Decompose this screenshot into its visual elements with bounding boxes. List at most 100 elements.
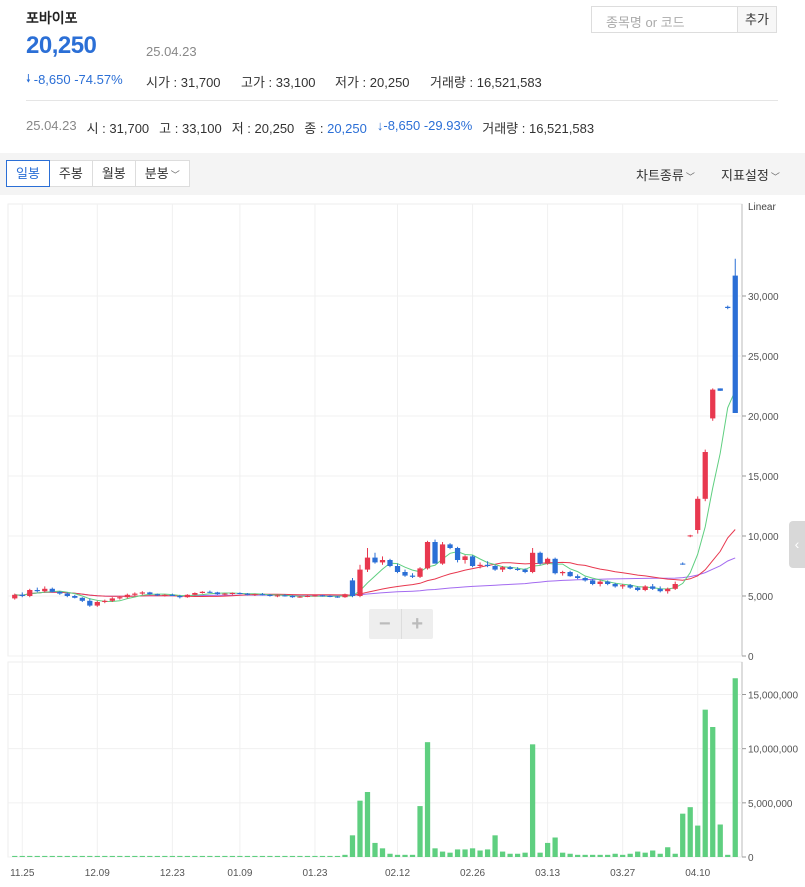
volume-bar	[627, 853, 633, 857]
volume-bar	[582, 854, 588, 857]
stock-search-input[interactable]: 종목명 or 코드	[591, 6, 737, 33]
volume-bar	[507, 853, 513, 857]
volume-bar	[162, 855, 168, 857]
candle-body	[349, 580, 356, 596]
volume-bar	[687, 807, 693, 857]
candle-body	[304, 596, 311, 597]
chart-type-menu[interactable]: 차트종류 ﹀	[636, 165, 695, 184]
candle-body	[72, 596, 78, 598]
zoom-in-button[interactable]: +	[400, 609, 434, 639]
add-button[interactable]: 추가	[737, 6, 777, 33]
volume-bar	[642, 852, 648, 857]
candle-body	[605, 581, 611, 584]
candle-body	[552, 558, 558, 574]
volume-bar	[79, 855, 85, 857]
volume-bar	[725, 854, 731, 857]
candle-body	[87, 600, 93, 606]
chevron-left-icon[interactable]: ‹	[789, 521, 805, 568]
volume-bar	[207, 855, 213, 857]
volume-bar	[544, 842, 551, 857]
volume-bar	[409, 854, 416, 857]
candle-body	[537, 552, 543, 564]
tab-monthly[interactable]: 월봉	[91, 160, 136, 187]
volume-bar	[379, 848, 386, 857]
candle-body	[469, 556, 476, 566]
candle-body	[725, 306, 731, 308]
volume-bar	[364, 792, 371, 857]
volume-bar	[620, 854, 626, 857]
volume-tick-label: 0	[748, 853, 754, 864]
candle-body	[642, 586, 648, 590]
candle-body	[590, 580, 596, 584]
scale-label: Linear	[748, 202, 776, 213]
candle-body	[612, 584, 618, 587]
candle-body	[207, 591, 213, 593]
x-tick-label: 11.25	[10, 868, 35, 879]
x-tick-label: 03.13	[535, 868, 560, 879]
chart-area[interactable]: 11.25 12.09 12.23 01.09 01.23 02.12 02.26 03.13…	[0, 200, 805, 887]
candle-body	[79, 597, 85, 601]
candle-body	[57, 591, 63, 594]
volume-bar	[102, 855, 108, 857]
x-tick-label: 02.26	[460, 868, 485, 879]
volume-bar	[590, 854, 596, 857]
x-tick-label: 03.27	[610, 868, 635, 879]
candle-body	[672, 584, 678, 589]
candle-body	[657, 588, 663, 592]
volume-bar	[252, 855, 258, 857]
candle-body	[297, 596, 303, 598]
volume-bar	[432, 848, 438, 857]
volume-bar	[49, 855, 55, 857]
stock-name: 포바이포	[26, 10, 78, 26]
volume-bar	[34, 855, 40, 857]
candle-body	[717, 388, 723, 391]
tab-minute[interactable]: 분봉 ﹀	[134, 160, 190, 187]
candle-body	[417, 568, 423, 577]
candle-body	[169, 594, 175, 596]
candle-body	[49, 588, 55, 592]
volume-bar	[42, 855, 48, 857]
candle-body	[117, 597, 123, 599]
candle-body	[567, 572, 573, 577]
volume-bar	[499, 851, 506, 857]
candle-body	[687, 535, 693, 537]
candle-body	[387, 560, 393, 566]
volume-total: 거래량 : 16,521,583	[430, 75, 542, 90]
candle-body	[732, 275, 738, 413]
candle-body	[94, 602, 100, 606]
volume-bar	[184, 855, 190, 857]
volume-bar	[64, 855, 70, 857]
volume-bar	[12, 855, 18, 857]
volume-bar	[229, 855, 236, 857]
volume-bar	[282, 855, 288, 857]
open-price: 시가 : 31,700	[146, 75, 221, 90]
price-pane	[7, 203, 743, 657]
volume-bar	[605, 854, 611, 857]
candle-body	[162, 594, 168, 596]
tab-weekly[interactable]: 주봉	[48, 160, 93, 187]
volume-bar	[124, 855, 130, 857]
candle-body	[327, 596, 333, 597]
tab-daily[interactable]: 일봉	[6, 160, 50, 187]
candle-body	[154, 594, 160, 596]
chevron-down-icon: ﹀	[170, 170, 180, 180]
candle-body	[484, 564, 491, 566]
volume-bar	[244, 855, 251, 857]
stock-chart[interactable]: 11.25 12.09 12.23 01.09 01.23 02.12 02.26 03.13…	[0, 200, 805, 887]
volume-bar	[552, 837, 558, 857]
volume-bar	[695, 825, 701, 857]
indicator-menu[interactable]: 지표설정 ﹀	[721, 165, 780, 184]
change-text: -8,650 -74.57%	[33, 72, 123, 87]
candle-body	[597, 581, 603, 584]
price-tick-label: 0	[748, 652, 754, 663]
candle-body	[177, 596, 183, 598]
current-price: 20,250	[26, 32, 97, 59]
zoom-out-button[interactable]: −	[369, 609, 401, 639]
volume-bar	[289, 855, 296, 857]
candle-body	[477, 564, 483, 566]
down-arrow-icon: 🠗	[26, 73, 31, 85]
x-tick-label: 12.23	[160, 868, 185, 879]
candle-body	[19, 594, 25, 596]
volume-bar	[199, 855, 206, 857]
volume-bar	[387, 853, 393, 857]
